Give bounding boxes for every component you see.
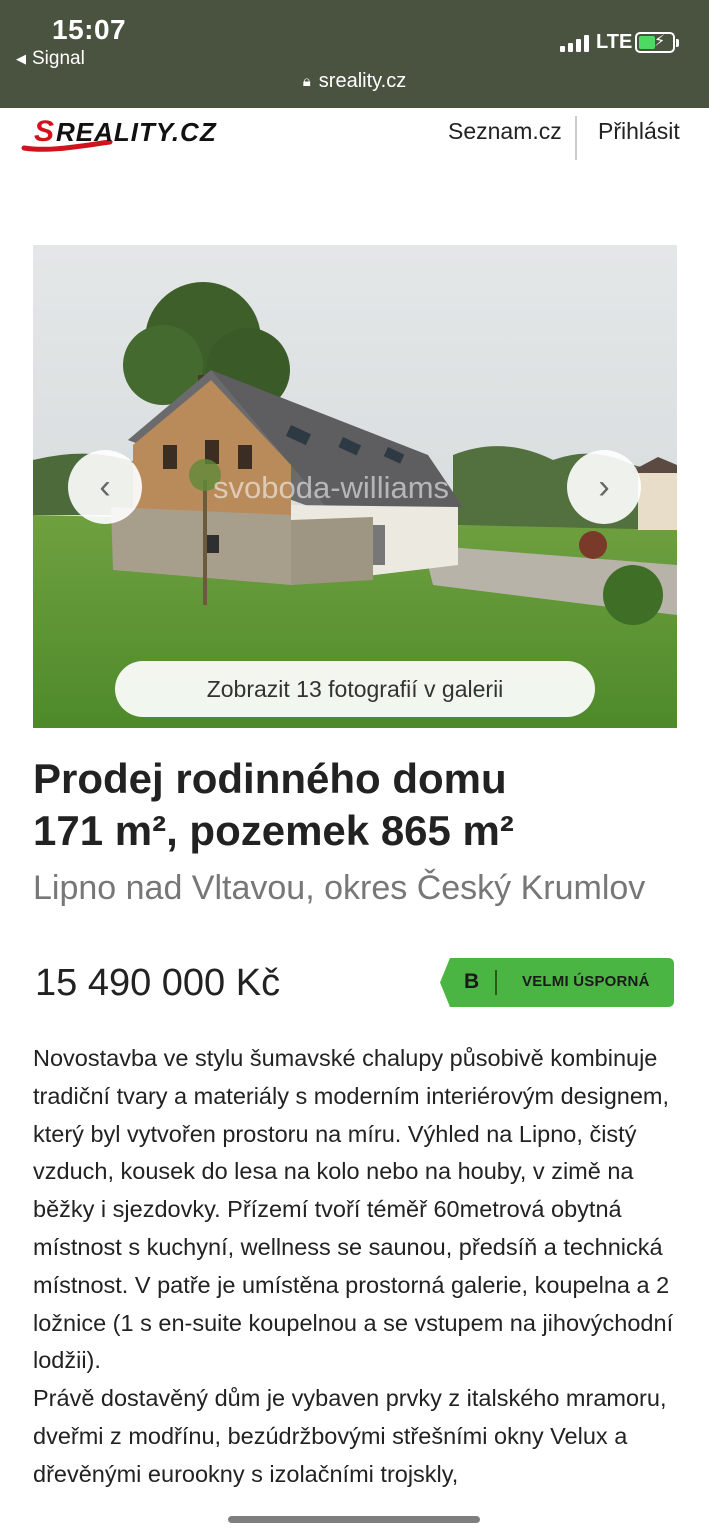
url-text: sreality.cz — [318, 70, 407, 92]
description-paragraph: Novostavba ve stylu šumavské chalupy půs… — [33, 1045, 674, 1374]
battery-icon: ⚡ — [635, 32, 679, 53]
signal-strength-icon — [560, 34, 589, 52]
photo-gallery[interactable]: svoboda-williams ‹ › Zobrazit 13 fotogra… — [33, 245, 677, 728]
nav-seznam-link[interactable]: Seznam.cz — [448, 118, 562, 145]
address-bar[interactable]: 🔒︎ sreality.cz — [0, 70, 709, 93]
photo-watermark: svoboda-williams — [213, 470, 450, 505]
listing-description: Novostavba ve stylu šumavské chalupy půs… — [33, 1040, 677, 1494]
description-paragraph: Právě dostavěný dům je vybaven prvky z i… — [33, 1385, 667, 1487]
energy-label: VELMI ÚSPORNÁ — [522, 973, 650, 990]
open-gallery-button[interactable]: Zobrazit 13 fotografií v galerii — [115, 661, 595, 717]
svg-text:S: S — [34, 115, 54, 148]
back-app-label: Signal — [32, 48, 85, 69]
listing-title-line2: 171 m², pozemek 865 m² — [33, 807, 514, 854]
gallery-prev-button[interactable]: ‹ — [68, 450, 142, 524]
home-indicator[interactable] — [228, 1516, 480, 1523]
listing-price: 15 490 000 Kč — [35, 962, 281, 1004]
chevron-left-icon: ‹ — [99, 467, 111, 506]
energy-class: B — [464, 970, 480, 993]
back-triangle-icon: ◀ — [16, 51, 26, 66]
listing-locality[interactable]: Lipno nad Vltavou, okres Český Krumlov — [33, 866, 673, 910]
nav-divider — [575, 116, 577, 160]
listing-title: Prodej rodinného domu 171 m², pozemek 86… — [33, 753, 673, 857]
login-link[interactable]: Přihlásit — [598, 118, 680, 145]
chevron-right-icon: › — [598, 467, 610, 506]
clock: 15:07 — [52, 14, 127, 45]
network-type: LTE — [596, 31, 633, 53]
back-to-app-button[interactable]: ◀ Signal — [16, 48, 85, 70]
gallery-next-button[interactable]: › — [567, 450, 641, 524]
sreality-logo[interactable]: S REALITY.CZ — [20, 112, 278, 159]
listing-title-line1: Prodej rodinného domu — [33, 755, 507, 802]
status-bar: 15:07 ◀ Signal LTE ⚡ 🔒︎ sreality.cz — [0, 0, 709, 108]
lock-icon: 🔒︎ — [302, 73, 311, 90]
svg-text:REALITY.CZ: REALITY.CZ — [56, 117, 217, 147]
energy-rating-badge[interactable]: B VELMI ÚSPORNÁ — [440, 958, 674, 1007]
energy-divider — [495, 970, 497, 995]
site-header: S REALITY.CZ Seznam.cz Přihlásit — [0, 108, 709, 160]
